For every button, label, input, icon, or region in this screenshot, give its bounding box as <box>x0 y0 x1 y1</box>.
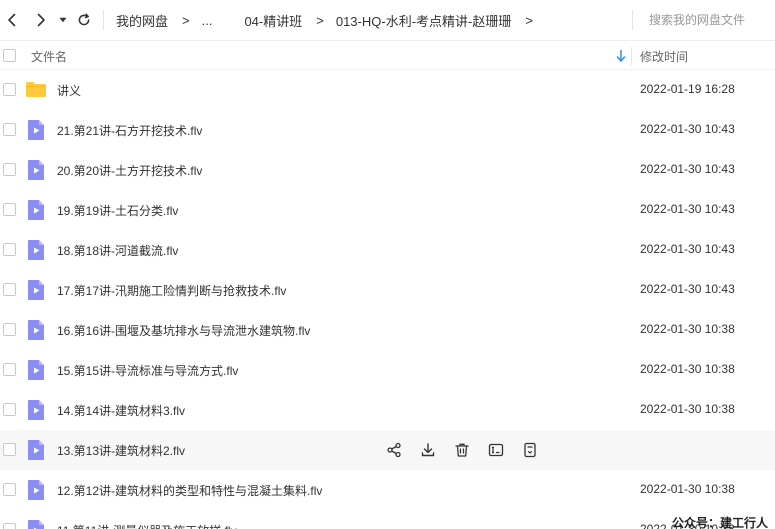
file-modified-time: 2022-01-30 10:43 <box>640 122 735 136</box>
video-file-icon <box>26 359 46 381</box>
file-row[interactable]: 12.第12讲-建筑材料的类型和特性与混凝土集料.flv 2022-01-30 … <box>0 470 775 510</box>
forward-button[interactable] <box>30 9 52 31</box>
file-list-header: 文件名 修改时间 <box>0 40 775 70</box>
file-row[interactable]: 20.第20讲-土方开挖技术.flv 2022-01-30 10:43 <box>0 150 775 190</box>
file-row[interactable]: 19.第19讲-土石分类.flv 2022-01-30 10:43 <box>0 190 775 230</box>
chevron-left-icon <box>8 13 16 27</box>
sort-button[interactable] <box>615 49 627 63</box>
video-file-icon <box>26 519 46 529</box>
video-file-icon <box>26 439 46 461</box>
search-divider <box>632 10 633 30</box>
rename-action-button[interactable] <box>488 442 504 458</box>
file-name[interactable]: 讲义 <box>57 82 81 99</box>
folder-icon <box>26 79 46 101</box>
column-header-name[interactable]: 文件名 <box>31 48 67 65</box>
select-all-checkbox[interactable] <box>3 49 16 62</box>
search-box <box>649 0 769 40</box>
caret-down-icon <box>59 17 67 23</box>
download-icon <box>420 442 436 458</box>
refresh-button[interactable] <box>73 9 95 31</box>
file-name[interactable]: 20.第20讲-土方开挖技术.flv <box>57 162 202 179</box>
breadcrumb-item-current[interactable]: 013-HQ-水利-考点精讲-赵珊珊 <box>336 11 512 30</box>
breadcrumb-separator: > <box>316 12 324 28</box>
breadcrumb: 我的网盘 > ... 04-精讲班 > 013-HQ-水利-考点精讲-赵珊珊 > <box>116 0 545 40</box>
row-checkbox[interactable] <box>3 323 16 336</box>
refresh-icon <box>78 13 90 26</box>
file-row[interactable]: 15.第15讲-导流标准与导流方式.flv 2022-01-30 10:38 <box>0 350 775 390</box>
back-button[interactable] <box>1 9 23 31</box>
column-divider[interactable] <box>631 47 632 65</box>
file-row[interactable]: 14.第14讲-建筑材料3.flv 2022-01-30 10:38 <box>0 390 775 430</box>
file-name[interactable]: 13.第13讲-建筑材料2.flv <box>57 442 185 459</box>
breadcrumb-item-course[interactable]: 04-精讲班 <box>244 11 302 30</box>
video-file-icon <box>26 279 46 301</box>
breadcrumb-separator: > <box>182 12 190 28</box>
watermark-text: 公众号：建工行人 <box>672 516 769 529</box>
row-checkbox[interactable] <box>3 283 16 296</box>
file-modified-time: 2022-01-30 10:43 <box>640 162 735 176</box>
file-modified-time: 2022-01-30 10:38 <box>640 362 735 376</box>
more-action-button[interactable] <box>522 442 538 458</box>
row-checkbox[interactable] <box>3 403 16 416</box>
file-row[interactable]: 21.第21讲-石方开挖技术.flv 2022-01-30 10:43 <box>0 110 775 150</box>
file-name[interactable]: 15.第15讲-导流标准与导流方式.flv <box>57 362 238 379</box>
row-checkbox[interactable] <box>3 363 16 376</box>
file-name[interactable]: 14.第14讲-建筑材料3.flv <box>57 402 185 419</box>
row-checkbox[interactable] <box>3 523 16 529</box>
toolbar: 我的网盘 > ... 04-精讲班 > 013-HQ-水利-考点精讲-赵珊珊 > <box>0 0 775 40</box>
row-checkbox[interactable] <box>3 443 16 456</box>
file-name[interactable]: 16.第16讲-围堰及基坑排水与导流泄水建筑物.flv <box>57 322 310 339</box>
delete-icon <box>454 442 470 458</box>
file-row[interactable]: 讲义 2022-01-19 16:28 <box>0 70 775 110</box>
file-name[interactable]: 18.第18讲-河道截流.flv <box>57 242 178 259</box>
file-name[interactable]: 21.第21讲-石方开挖技术.flv <box>57 122 202 139</box>
file-row[interactable]: 16.第16讲-围堰及基坑排水与导流泄水建筑物.flv 2022-01-30 1… <box>0 310 775 350</box>
breadcrumb-separator: > <box>525 12 533 28</box>
share-icon <box>386 442 402 458</box>
search-input[interactable] <box>649 13 769 27</box>
row-checkbox[interactable] <box>3 243 16 256</box>
video-file-icon <box>26 239 46 261</box>
breadcrumb-item-ellipsis[interactable]: ... <box>202 13 213 28</box>
file-modified-time: 2022-01-30 10:43 <box>640 282 735 296</box>
chevron-right-icon <box>37 13 45 27</box>
video-file-icon <box>26 119 46 141</box>
video-file-icon <box>26 199 46 221</box>
video-file-icon <box>26 479 46 501</box>
more-icon <box>522 442 538 458</box>
delete-action-button[interactable] <box>454 442 470 458</box>
rename-icon <box>488 442 504 458</box>
row-checkbox[interactable] <box>3 163 16 176</box>
row-checkbox[interactable] <box>3 123 16 136</box>
file-name[interactable]: 17.第17讲-汛期施工险情判断与抢救技术.flv <box>57 282 286 299</box>
row-checkbox[interactable] <box>3 83 16 96</box>
video-file-icon <box>26 159 46 181</box>
file-row[interactable]: 13.第13讲-建筑材料2.flv <box>0 430 775 470</box>
file-name[interactable]: 12.第12讲-建筑材料的类型和特性与混凝土集料.flv <box>57 482 322 499</box>
video-file-icon <box>26 319 46 341</box>
file-name[interactable]: 11.第11讲-测量仪器及施工放样.flv <box>57 522 237 529</box>
row-hover-actions <box>386 440 556 460</box>
row-checkbox[interactable] <box>3 483 16 496</box>
toolbar-divider <box>103 10 104 30</box>
video-file-icon <box>26 399 46 421</box>
sort-down-arrow-icon <box>616 49 626 62</box>
file-modified-time: 2022-01-19 16:28 <box>640 82 735 96</box>
row-checkbox[interactable] <box>3 203 16 216</box>
download-action-button[interactable] <box>420 442 436 458</box>
file-modified-time: 2022-01-30 10:38 <box>640 402 735 416</box>
file-row[interactable]: 18.第18讲-河道截流.flv 2022-01-30 10:43 <box>0 230 775 270</box>
history-dropdown-button[interactable] <box>53 9 73 31</box>
column-header-time[interactable]: 修改时间 <box>640 48 688 65</box>
file-modified-time: 2022-01-30 10:43 <box>640 242 735 256</box>
file-row[interactable]: 11.第11讲-测量仪器及施工放样.flv 2022-01-30 10:38 <box>0 510 775 529</box>
file-modified-time: 2022-01-30 10:38 <box>640 322 735 336</box>
breadcrumb-item-my-drive[interactable]: 我的网盘 <box>116 11 168 30</box>
file-modified-time: 2022-01-30 10:38 <box>640 482 735 496</box>
file-row[interactable]: 17.第17讲-汛期施工险情判断与抢救技术.flv 2022-01-30 10:… <box>0 270 775 310</box>
file-name[interactable]: 19.第19讲-土石分类.flv <box>57 202 178 219</box>
file-modified-time: 2022-01-30 10:43 <box>640 202 735 216</box>
share-action-button[interactable] <box>386 442 402 458</box>
